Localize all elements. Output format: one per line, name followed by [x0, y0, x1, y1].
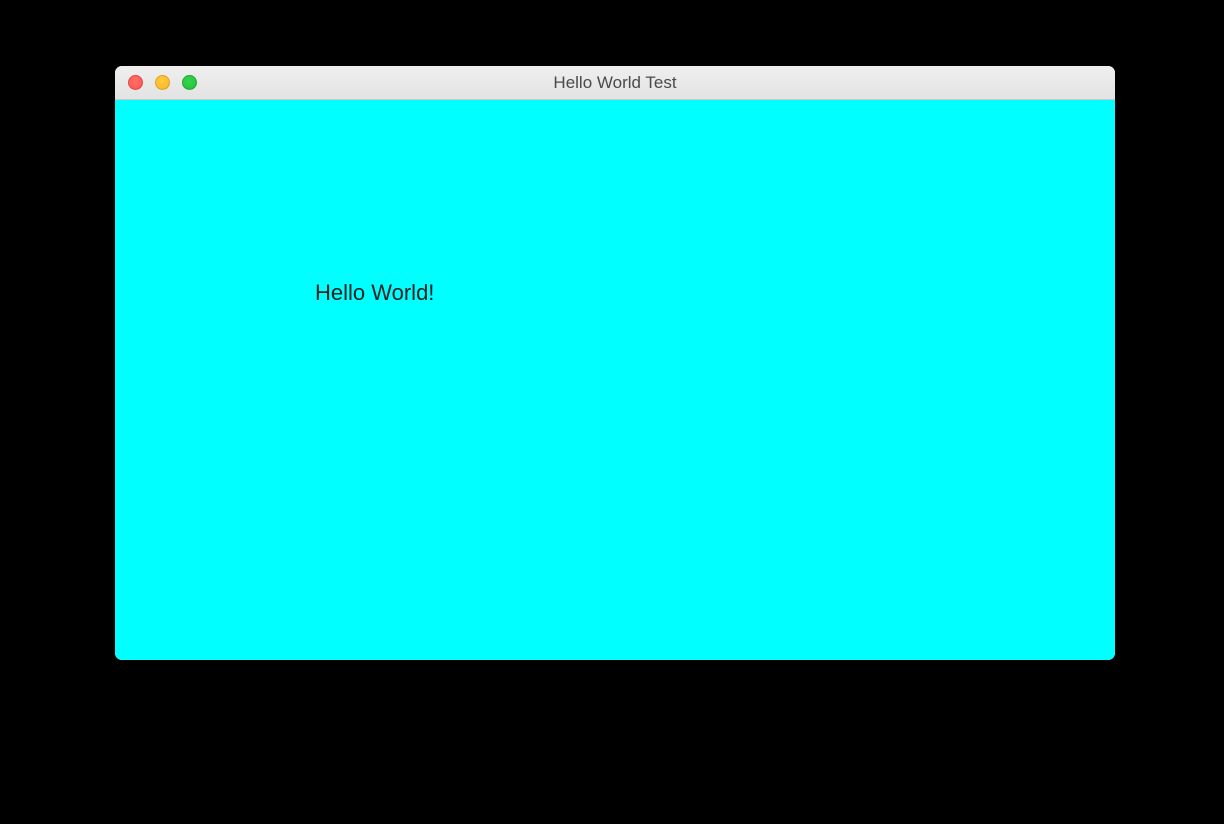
window-titlebar[interactable]: Hello World Test — [115, 66, 1115, 100]
application-window: Hello World Test Hello World! — [115, 66, 1115, 660]
hello-world-label: Hello World! — [315, 280, 434, 306]
traffic-lights — [115, 75, 197, 90]
window-content-area: Hello World! — [115, 100, 1115, 660]
window-title: Hello World Test — [115, 73, 1115, 93]
maximize-window-button[interactable] — [182, 75, 197, 90]
minimize-window-button[interactable] — [155, 75, 170, 90]
close-window-button[interactable] — [128, 75, 143, 90]
